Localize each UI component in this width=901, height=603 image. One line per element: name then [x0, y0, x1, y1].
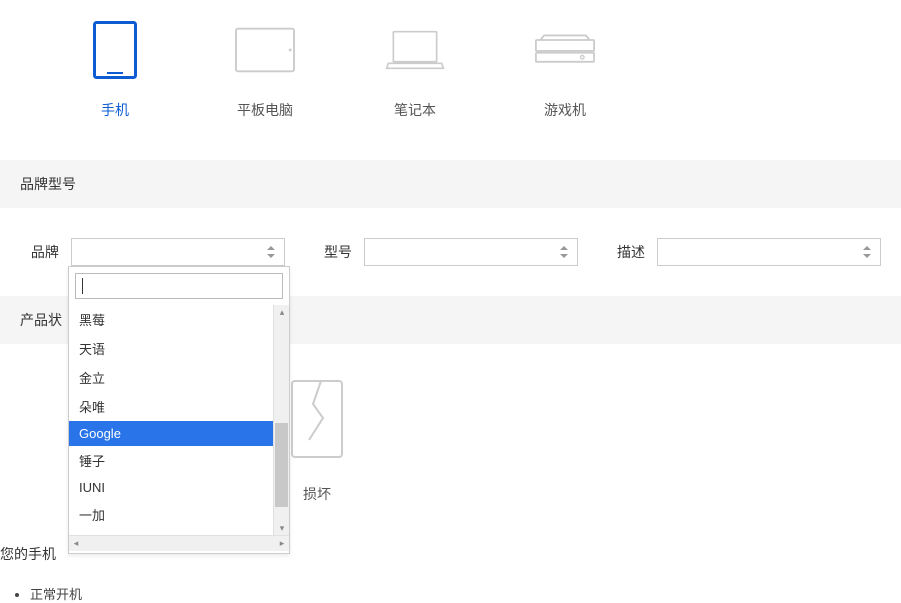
scroll-thumb[interactable] — [275, 423, 288, 507]
brand-option[interactable]: 微软 — [69, 529, 273, 535]
brand-search-input[interactable] — [83, 279, 276, 294]
category-laptop[interactable]: 笔记本 — [340, 20, 490, 120]
scroll-left-icon[interactable]: ◂ — [69, 536, 83, 552]
phone-condition-list: 正常开机 — [0, 574, 901, 603]
console-icon — [535, 20, 595, 80]
model-select[interactable] — [364, 238, 578, 266]
brand-dropdown-list: 黑莓 天语 金立 朵唯 Google 锤子 IUNI 一加 微软 — [69, 305, 273, 535]
brand-option[interactable]: 天语 — [69, 334, 273, 363]
dropdown-vscrollbar[interactable]: ▴ ▾ — [273, 305, 289, 535]
category-row: 手机 平板电脑 笔记本 游戏机 — [0, 0, 901, 130]
condition-damaged[interactable]: 损坏 — [282, 374, 352, 504]
category-tablet[interactable]: 平板电脑 — [190, 20, 340, 120]
brand-label: 品牌 — [20, 242, 59, 262]
brand-option[interactable]: 一加 — [69, 500, 273, 529]
desc-label: 描述 — [606, 242, 645, 262]
scroll-up-icon[interactable]: ▴ — [274, 305, 290, 319]
scroll-down-icon[interactable]: ▾ — [274, 521, 290, 535]
tablet-icon — [235, 20, 295, 80]
condition-label: 损坏 — [303, 484, 331, 504]
list-item: 正常开机 — [30, 584, 901, 603]
updown-icon — [266, 246, 276, 258]
brand-option[interactable]: Google — [69, 421, 273, 446]
brand-option[interactable]: 黑莓 — [69, 305, 273, 334]
category-console[interactable]: 游戏机 — [490, 20, 640, 120]
phone-cracked-icon — [282, 374, 352, 464]
category-label: 游戏机 — [544, 100, 586, 120]
brand-option[interactable]: 金立 — [69, 363, 273, 392]
model-label: 型号 — [313, 242, 352, 262]
section-brand-model: 品牌型号 — [0, 160, 901, 208]
brand-option[interactable]: 锤子 — [69, 446, 273, 475]
brand-option[interactable]: IUNI — [69, 475, 273, 500]
category-label: 笔记本 — [394, 100, 436, 120]
brand-dropdown-panel: 黑莓 天语 金立 朵唯 Google 锤子 IUNI 一加 微软 ▴ ▾ ◂ ▸ — [68, 266, 290, 554]
brand-select[interactable] — [71, 238, 285, 266]
brand-option[interactable]: 朵唯 — [69, 392, 273, 421]
brand-dropdown-search[interactable] — [75, 273, 283, 299]
category-label: 平板电脑 — [237, 100, 293, 120]
filter-row: 品牌 型号 描述 黑莓 天语 金立 朵唯 Google — [0, 208, 901, 284]
updown-icon — [559, 246, 569, 258]
phone-icon — [85, 20, 145, 80]
scroll-right-icon[interactable]: ▸ — [275, 536, 289, 552]
desc-select[interactable] — [657, 238, 881, 266]
updown-icon — [862, 246, 872, 258]
category-label: 手机 — [101, 100, 129, 120]
category-phone[interactable]: 手机 — [40, 20, 190, 120]
dropdown-scroll-wrap: 黑莓 天语 金立 朵唯 Google 锤子 IUNI 一加 微软 ▴ ▾ — [69, 305, 289, 535]
dropdown-hscrollbar[interactable]: ◂ ▸ — [69, 535, 289, 551]
laptop-icon — [385, 20, 445, 80]
